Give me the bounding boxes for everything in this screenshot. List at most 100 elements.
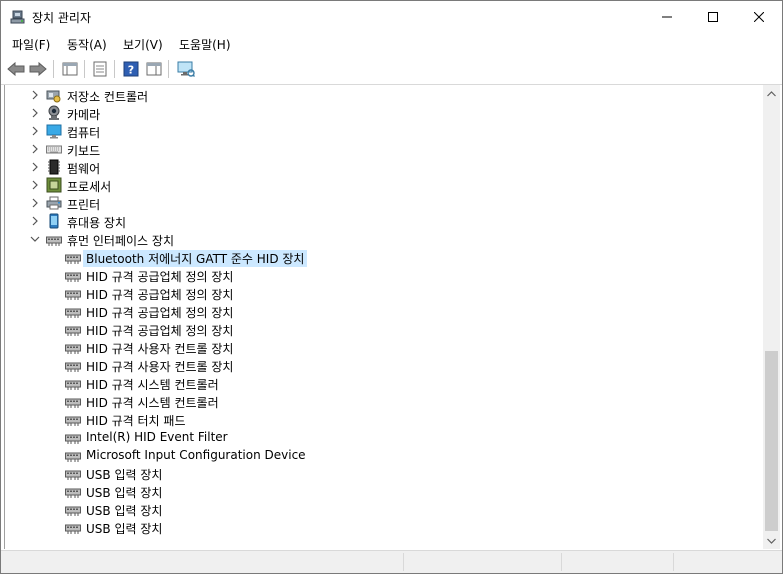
tree-category-label: 프로세서 <box>67 180 112 194</box>
printer-icon <box>46 196 62 210</box>
tree-device-label: HID 규격 공급업체 정의 장치 <box>86 288 234 302</box>
tree-category-human-interface-devices[interactable]: 휴먼 인터페이스 장치 <box>5 230 745 248</box>
tree-device-item[interactable]: Bluetooth 저에너지 GATT 준수 HID 장치 <box>5 248 745 267</box>
tree-device-item[interactable]: HID 규격 공급업체 정의 장치 <box>5 302 745 320</box>
tree-device-item[interactable]: HID 규격 터치 패드 <box>5 410 745 428</box>
tree-device-label: Bluetooth 저에너지 GATT 준수 HID 장치 <box>83 250 308 267</box>
tree-device-item[interactable]: USB 입력 장치 <box>5 518 745 536</box>
menu-help[interactable]: 도움말(H) <box>179 36 231 53</box>
tree-category-printers[interactable]: 프린터 <box>5 194 745 212</box>
show-hide-console-tree-button[interactable] <box>60 59 80 79</box>
chevron-right-icon[interactable] <box>30 162 40 172</box>
show-action-pane-button[interactable] <box>144 59 164 79</box>
hid-icon <box>46 236 62 246</box>
tree-category-keyboards[interactable]: 키보드 <box>5 140 745 158</box>
chevron-right-icon[interactable] <box>30 144 40 154</box>
console-tree-icon <box>62 62 78 76</box>
tree-device-item[interactable]: USB 입력 장치 <box>5 464 745 482</box>
scan-hardware-changes-button[interactable] <box>176 59 196 79</box>
tree-category-computer[interactable]: 컴퓨터 <box>5 122 745 140</box>
chevron-down-icon[interactable] <box>30 234 40 244</box>
tree-device-label: Microsoft Input Configuration Device <box>86 448 306 462</box>
menu-action[interactable]: 동작(A) <box>67 36 107 53</box>
tree-device-item[interactable]: Microsoft Input Configuration Device <box>5 446 745 464</box>
scroll-down-button[interactable] <box>763 532 780 549</box>
tree-category-cameras[interactable]: 카메라 <box>5 104 745 122</box>
scroll-up-button[interactable] <box>763 85 780 102</box>
menu-bar: 파일(F) 동작(A) 보기(V) 도움말(H) <box>1 32 782 54</box>
chevron-down-icon <box>767 538 776 544</box>
tree-device-item[interactable]: HID 규격 사용자 컨트롤 장치 <box>5 338 745 356</box>
tree-category-label: 컴퓨터 <box>67 126 101 140</box>
toolbar: ? <box>1 54 782 85</box>
tree-device-label: HID 규격 사용자 컨트롤 장치 <box>86 360 234 374</box>
tree-device-label: HID 규격 사용자 컨트롤 장치 <box>86 342 234 356</box>
chevron-right-icon[interactable] <box>30 216 40 226</box>
hid-device-icon <box>65 290 81 300</box>
tree-device-label: USB 입력 장치 <box>86 486 163 500</box>
tree-device-item[interactable]: HID 규격 공급업체 정의 장치 <box>5 320 745 338</box>
window-title: 장치 관리자 <box>32 11 92 25</box>
tree-device-item[interactable]: HID 규격 시스템 컨트롤러 <box>5 374 745 392</box>
tree-device-item[interactable]: HID 규격 공급업체 정의 장치 <box>5 284 745 302</box>
device-tree: 저장소 컨트롤러 카메라 컴퓨터 키보드 펌웨어 프로세서 프린터 휴대용 장치… <box>4 85 764 549</box>
help-button[interactable]: ? <box>121 59 141 79</box>
tree-category-label: 휴먼 인터페이스 장치 <box>67 234 174 248</box>
tree-category-label: 저장소 컨트롤러 <box>67 90 149 104</box>
tree-device-label: HID 규격 공급업체 정의 장치 <box>86 306 234 320</box>
minimize-button[interactable] <box>644 1 690 32</box>
hid-device-icon <box>65 254 81 264</box>
forward-button[interactable] <box>28 59 48 79</box>
tree-device-label: USB 입력 장치 <box>86 468 163 482</box>
vertical-scrollbar[interactable] <box>763 85 780 549</box>
hid-device-icon <box>65 434 81 444</box>
menu-file[interactable]: 파일(F) <box>12 36 50 53</box>
tree-category-label: 프린터 <box>67 198 101 212</box>
tree-device-item[interactable]: HID 규격 사용자 컨트롤 장치 <box>5 356 745 374</box>
tree-device-label: USB 입력 장치 <box>86 504 163 518</box>
forward-arrow-icon <box>29 61 47 77</box>
tree-device-label: HID 규격 공급업체 정의 장치 <box>86 270 234 284</box>
hid-device-icon <box>65 398 81 408</box>
menu-view[interactable]: 보기(V) <box>123 36 163 53</box>
toolbar-separator <box>53 60 54 78</box>
status-bar-segment <box>403 553 560 571</box>
tree-device-label: Intel(R) HID Event Filter <box>86 430 228 444</box>
tree-category-storage-controllers[interactable]: 저장소 컨트롤러 <box>5 86 745 104</box>
back-button[interactable] <box>6 59 26 79</box>
chevron-right-icon[interactable] <box>30 126 40 136</box>
hid-device-icon <box>65 506 81 516</box>
chevron-right-icon[interactable] <box>30 90 40 100</box>
maximize-button[interactable] <box>690 1 736 32</box>
status-bar <box>1 550 782 573</box>
tree-category-firmware[interactable]: 펌웨어 <box>5 158 745 176</box>
tree-device-label: HID 규격 시스템 컨트롤러 <box>86 378 219 392</box>
tree-category-label: 휴대용 장치 <box>67 216 127 230</box>
tree-category-processors[interactable]: 프로세서 <box>5 176 745 194</box>
tree-device-label: USB 입력 장치 <box>86 522 163 536</box>
tree-device-item[interactable]: HID 규격 공급업체 정의 장치 <box>5 266 745 284</box>
hid-device-icon <box>65 344 81 354</box>
chevron-right-icon[interactable] <box>30 198 40 208</box>
chevron-right-icon[interactable] <box>30 108 40 118</box>
svg-text:?: ? <box>128 64 134 77</box>
tree-device-item[interactable]: Intel(R) HID Event Filter <box>5 428 745 446</box>
tree-device-item[interactable]: USB 입력 장치 <box>5 482 745 500</box>
processor-icon <box>46 177 62 193</box>
tree-device-label: HID 규격 터치 패드 <box>86 414 186 428</box>
chevron-right-icon[interactable] <box>30 180 40 190</box>
tree-category-label: 카메라 <box>67 108 101 122</box>
tree-device-item[interactable]: USB 입력 장치 <box>5 500 745 518</box>
camera-icon <box>48 105 60 120</box>
toolbar-separator <box>114 60 115 78</box>
tree-device-item[interactable]: HID 규격 시스템 컨트롤러 <box>5 392 745 410</box>
hid-device-icon <box>65 452 81 462</box>
device-manager-app-icon <box>10 9 26 25</box>
scrollbar-thumb[interactable] <box>765 351 778 531</box>
close-button[interactable] <box>736 1 782 32</box>
storage-controller-icon <box>46 90 61 103</box>
tree-category-portable-devices[interactable]: 휴대용 장치 <box>5 212 745 230</box>
hid-device-icon <box>65 416 81 426</box>
properties-button[interactable] <box>90 59 110 79</box>
tree-device-label: HID 규격 시스템 컨트롤러 <box>86 396 219 410</box>
